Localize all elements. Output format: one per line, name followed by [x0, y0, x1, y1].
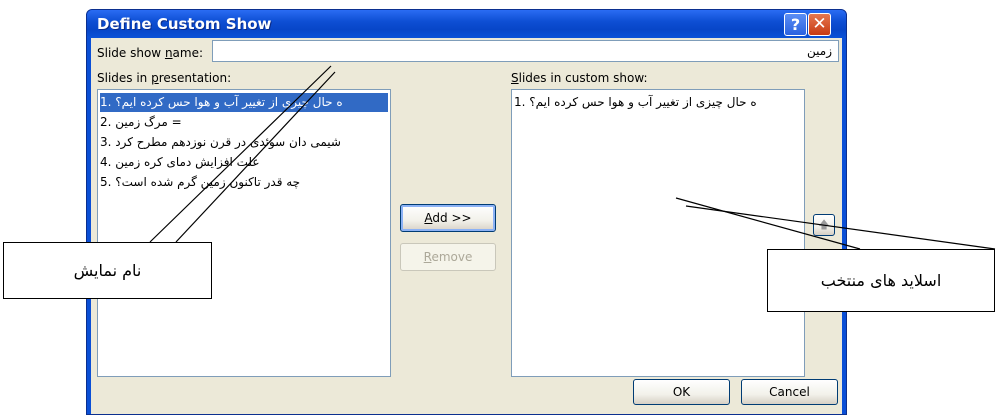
- selected-slides-leader-line-1: [675, 197, 861, 250]
- selected-slides-leader-line-2: [685, 205, 996, 250]
- selected-slides-callout-text: اسلاید های منتخب: [820, 271, 942, 290]
- show-name-leader-line-1: [149, 65, 332, 243]
- show-name-leader-line-2: [175, 71, 336, 243]
- callout-leader-lines: [149, 65, 996, 250]
- show-name-callout: نام نمایش: [3, 242, 212, 299]
- selected-slides-callout: اسلاید های منتخب: [767, 249, 995, 312]
- show-name-callout-text: نام نمایش: [73, 261, 142, 280]
